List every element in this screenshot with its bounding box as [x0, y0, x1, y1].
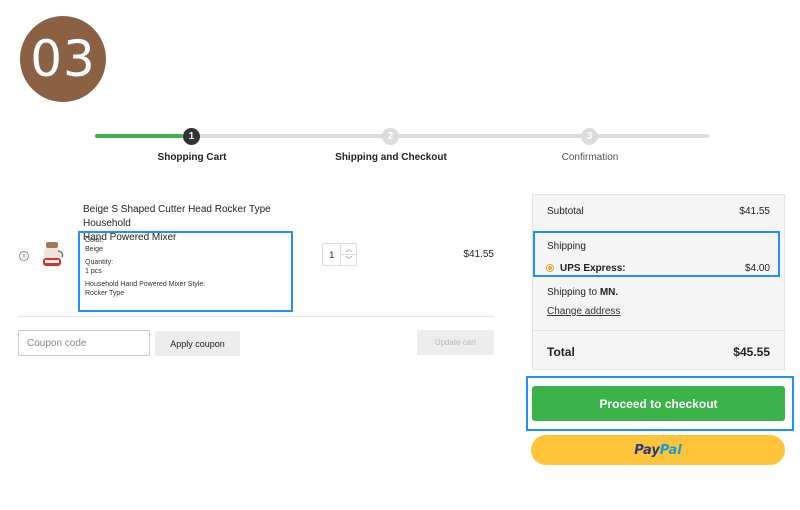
progress-fill	[95, 134, 183, 138]
line-item-price: $41.55	[463, 249, 494, 260]
total-label: Total	[547, 345, 575, 359]
summary-divider	[533, 330, 786, 331]
shipping-method: UPS Express:	[560, 263, 626, 274]
change-address-link[interactable]: Change address	[547, 306, 620, 317]
step-2-label: Shipping and Checkout	[335, 152, 447, 163]
step-3-indicator: 3	[581, 128, 598, 145]
step-2-indicator: 2	[382, 128, 399, 145]
product-title-line-1: Beige S Shaped Cutter Head Rocker Type H…	[83, 204, 271, 229]
chevron-up-icon[interactable]: ︿	[341, 244, 356, 255]
proceed-to-checkout-button[interactable]: Proceed to checkout	[532, 386, 785, 421]
paypal-logo-pay: Pay	[634, 442, 660, 458]
style-value: Rocker Type	[85, 290, 125, 297]
step-3-label: Confirmation	[561, 152, 619, 163]
coupon-code-input[interactable]	[18, 330, 150, 356]
step-number-badge: 03	[20, 16, 106, 102]
total-value: $45.55	[733, 345, 770, 359]
subtotal-value: $41.55	[739, 206, 770, 217]
quantity-input[interactable]: 1	[323, 244, 340, 265]
shipping-to-prefix: Shipping to	[547, 287, 598, 298]
paypal-button[interactable]: Pay Pal	[531, 435, 785, 465]
shipping-radio[interactable]	[546, 264, 554, 272]
step-1-indicator: 1	[183, 128, 200, 145]
shipping-cost: $4.00	[744, 263, 770, 274]
cart-totals-panel	[532, 194, 786, 370]
color-label: Color:	[85, 237, 104, 244]
quantity-label: Quantity:	[85, 259, 114, 266]
style-label: Household Hand Powered Mixer Style:	[85, 281, 206, 288]
shipping-label: Shipping	[547, 241, 586, 252]
paypal-logo-pal: Pal	[659, 442, 682, 458]
step-1-label: Shopping Cart	[157, 152, 227, 163]
quantity-value: 1 pcs	[85, 268, 102, 275]
remove-item-icon[interactable]: ✕	[19, 251, 29, 261]
apply-coupon-button[interactable]: Apply coupon	[155, 331, 240, 356]
product-thumbnail[interactable]	[40, 240, 66, 270]
update-cart-button[interactable]: Update cart	[417, 330, 494, 355]
color-value: Beige	[85, 246, 103, 253]
cart-divider	[18, 316, 494, 317]
chevron-down-icon[interactable]: ﹀	[341, 255, 356, 265]
product-attributes-highlight: Color: Beige Quantity: 1 pcs Household H…	[78, 231, 293, 312]
shipping-to-state: MN.	[599, 287, 619, 298]
shipping-destination: Shipping to MN.	[547, 287, 618, 298]
subtotal-label: Subtotal	[547, 206, 584, 217]
quantity-stepper[interactable]: 1 ︿ ﹀	[322, 243, 357, 266]
